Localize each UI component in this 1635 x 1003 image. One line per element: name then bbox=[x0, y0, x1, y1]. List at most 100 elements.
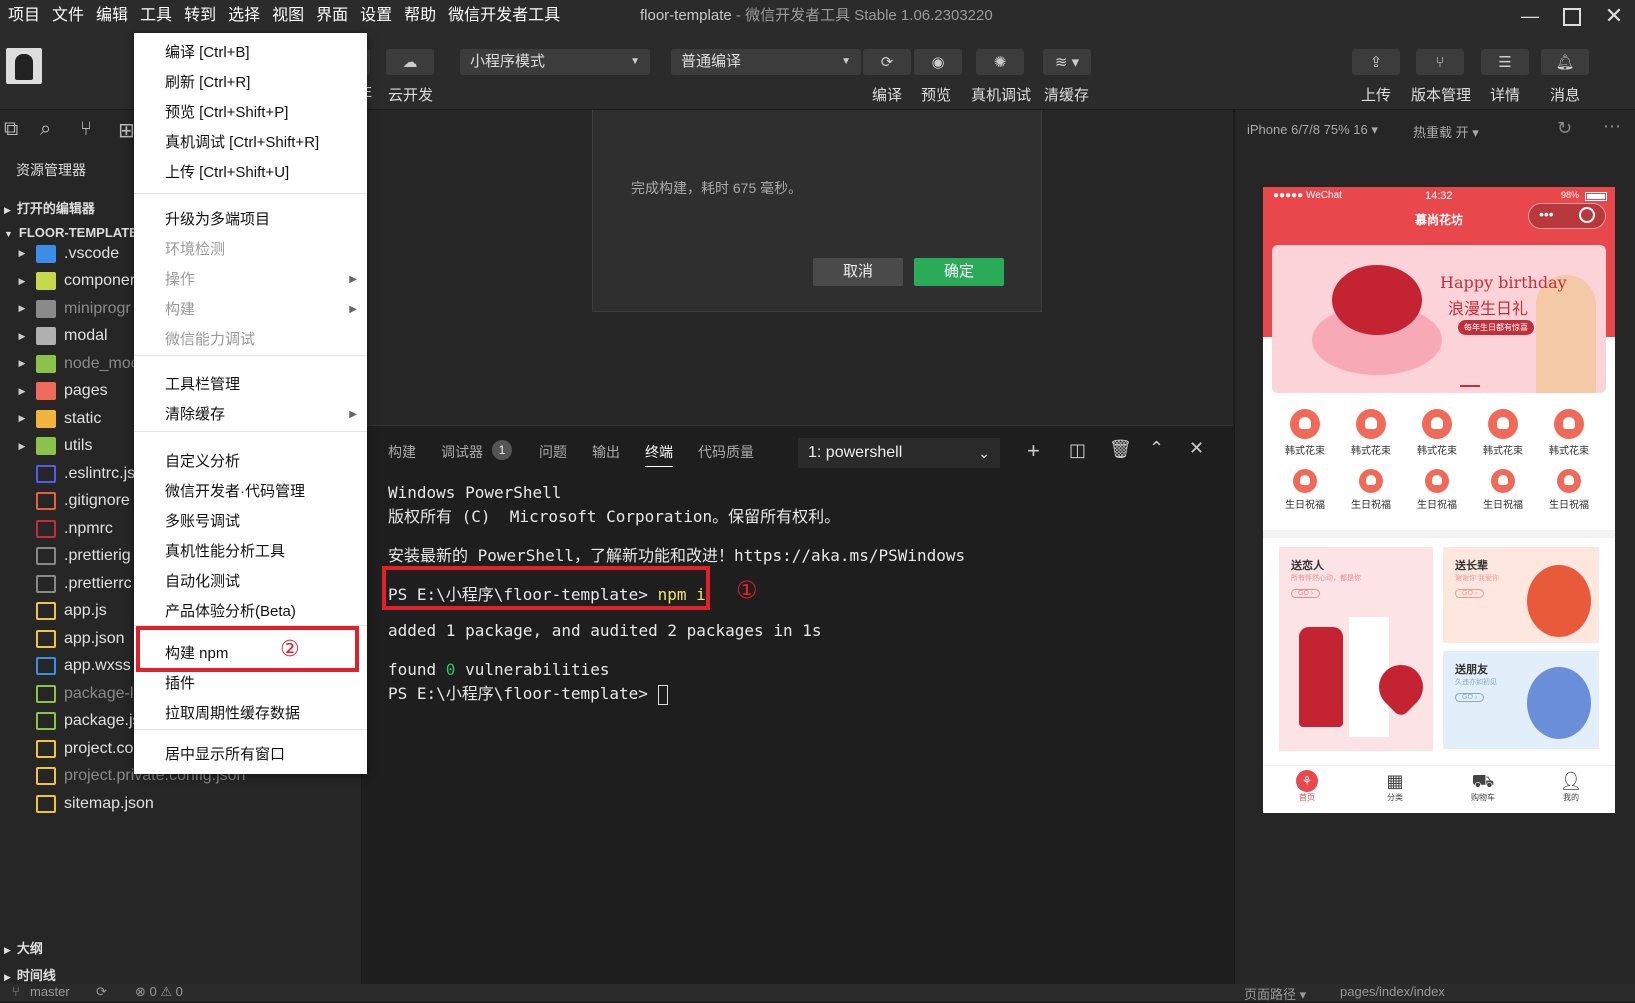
outline-section[interactable]: ▶ 大纲 bbox=[4, 938, 43, 957]
tools-menu-item[interactable]: 插件 bbox=[134, 669, 367, 699]
page-path-select[interactable]: 页面路径 ▾ bbox=[1244, 984, 1306, 1003]
maximize-panel-icon[interactable]: ⌃ bbox=[1149, 438, 1164, 459]
menu-3[interactable]: 工具 bbox=[134, 0, 178, 32]
menu-10[interactable]: 微信开发者工具 bbox=[442, 0, 566, 32]
upload-button[interactable]: ⇪ bbox=[1352, 49, 1400, 75]
file-item[interactable]: sitemap.json bbox=[0, 790, 362, 817]
card-go-button[interactable]: GO › bbox=[1291, 589, 1321, 598]
tools-menu-item[interactable]: 居中显示所有窗口 bbox=[134, 740, 367, 770]
category-item[interactable]: 韩式花束 bbox=[1536, 409, 1602, 457]
messages-button[interactable]: 🔔︎ bbox=[1541, 49, 1589, 75]
menu-7[interactable]: 界面 bbox=[310, 0, 354, 32]
tab-output[interactable]: 输出 bbox=[592, 442, 620, 462]
tab-build[interactable]: 构建 bbox=[388, 442, 416, 462]
close-window-button[interactable]: ✕ bbox=[1594, 0, 1634, 32]
compile-button[interactable]: ⟳ bbox=[863, 49, 911, 75]
dialog-cancel-button[interactable]: 取消 bbox=[813, 258, 903, 286]
menu-0[interactable]: 项目 bbox=[2, 0, 46, 32]
category-item[interactable]: 韩式花束 bbox=[1404, 409, 1470, 457]
refresh-icon[interactable]: ↻ bbox=[1557, 118, 1572, 139]
tab-problems[interactable]: 问题 bbox=[539, 442, 567, 462]
tools-menu-item[interactable]: 编译 [Ctrl+B] bbox=[134, 38, 367, 68]
category-item[interactable]: 韩式花束 bbox=[1338, 409, 1404, 457]
card-elder[interactable]: 送长辈 谢谢你 我爱你 GO › bbox=[1443, 547, 1599, 643]
tabbar-category[interactable]: ▦ 分类 bbox=[1351, 770, 1439, 803]
menu-8[interactable]: 设置 bbox=[354, 0, 398, 32]
tools-menu-item[interactable]: 刷新 [Ctrl+R] bbox=[134, 68, 367, 98]
open-editors-section[interactable]: ▶ 打开的编辑器 bbox=[4, 198, 95, 217]
menu-4[interactable]: 转到 bbox=[178, 0, 222, 32]
category-item[interactable]: 生日祝福 bbox=[1272, 469, 1338, 511]
tab-code-quality[interactable]: 代码质量 bbox=[698, 442, 754, 462]
device-select[interactable]: iPhone 6/7/8 75% 16 ▾ bbox=[1247, 122, 1378, 138]
preview-button[interactable]: ◉ bbox=[914, 49, 962, 75]
files-icon[interactable]: ⧉ bbox=[4, 118, 18, 141]
avatar[interactable] bbox=[6, 48, 42, 84]
more-dots-icon[interactable]: ••• bbox=[1539, 206, 1554, 222]
split-terminal-icon[interactable]: ◫ bbox=[1069, 440, 1086, 461]
close-mini-icon[interactable] bbox=[1579, 207, 1595, 223]
mode-select[interactable]: 小程序模式 ▼ bbox=[460, 49, 650, 75]
tools-menu-item[interactable]: 真机调试 [Ctrl+Shift+R] bbox=[134, 128, 367, 158]
trash-icon[interactable]: 🗑︎ bbox=[1109, 439, 1132, 460]
tools-menu-item[interactable]: 自定义分析 bbox=[134, 447, 367, 477]
remote-debug-button[interactable]: ✺ bbox=[976, 49, 1024, 75]
tools-menu-item[interactable]: 升级为多端项目 bbox=[134, 205, 367, 235]
tools-menu-item[interactable]: 拉取周期性缓存数据 bbox=[134, 699, 367, 729]
compile-mode-select[interactable]: 普通编译 ▼ bbox=[671, 49, 861, 75]
tabbar-home[interactable]: ⚘ 首页 bbox=[1263, 770, 1351, 803]
tabbar-cart[interactable]: ⛟ 购物车 bbox=[1439, 770, 1527, 803]
close-panel-icon[interactable]: ✕ bbox=[1189, 438, 1204, 459]
menu-1[interactable]: 文件 bbox=[46, 0, 90, 32]
details-button[interactable]: ☰ bbox=[1481, 49, 1529, 75]
add-terminal-icon[interactable]: + bbox=[1027, 438, 1040, 464]
tools-menu-item[interactable]: 构建 ▶ bbox=[134, 295, 367, 325]
tab-terminal[interactable]: 终端 bbox=[645, 442, 673, 467]
tools-menu-item[interactable]: 预览 [Ctrl+Shift+P] bbox=[134, 98, 367, 128]
menu-2[interactable]: 编辑 bbox=[90, 0, 134, 32]
capsule-button[interactable]: ••• bbox=[1528, 203, 1606, 229]
card-friend[interactable]: 送朋友 久违亦如初见 GO › bbox=[1443, 651, 1599, 749]
shell-select[interactable]: 1: powershell ⌄ bbox=[798, 438, 1000, 468]
tools-menu-item[interactable]: 工具栏管理 bbox=[134, 370, 367, 400]
minimize-button[interactable]: — bbox=[1510, 0, 1550, 32]
category-item[interactable]: 生日祝福 bbox=[1470, 469, 1536, 511]
category-item[interactable]: 生日祝福 bbox=[1536, 469, 1602, 511]
category-item[interactable]: 生日祝福 bbox=[1404, 469, 1470, 511]
menu-6[interactable]: 视图 bbox=[266, 0, 310, 32]
tools-menu-item[interactable]: 自动化测试 bbox=[134, 567, 367, 597]
category-item[interactable]: 韩式花束 bbox=[1470, 409, 1536, 457]
menu-5[interactable]: 选择 bbox=[222, 0, 266, 32]
tools-menu-item[interactable]: 真机性能分析工具 bbox=[134, 537, 367, 567]
more-icon[interactable]: ⋯ bbox=[1603, 116, 1621, 137]
sync-icon[interactable]: ⟳ bbox=[96, 984, 107, 1000]
dialog-confirm-button[interactable]: 确定 bbox=[914, 258, 1004, 286]
problems-count[interactable]: ⊗ 0 ⚠ 0 bbox=[135, 984, 183, 1000]
tools-menu-item[interactable]: 上传 [Ctrl+Shift+U] bbox=[134, 158, 367, 188]
tools-menu-item[interactable]: 环境检测 bbox=[134, 235, 367, 265]
tabbar-profile[interactable]: 👤︎ 我的 bbox=[1527, 770, 1615, 803]
clear-cache-button[interactable]: ≋ ▾ bbox=[1043, 49, 1091, 75]
tools-menu-item[interactable]: 产品体验分析(Beta) bbox=[134, 597, 367, 627]
category-item[interactable]: 生日祝福 bbox=[1338, 469, 1404, 511]
maximize-button[interactable] bbox=[1552, 0, 1592, 32]
search-icon[interactable]: ⌕ bbox=[40, 118, 51, 141]
category-item[interactable]: 韩式花束 bbox=[1272, 409, 1338, 457]
branch-name[interactable]: master bbox=[30, 984, 70, 999]
project-root-section[interactable]: ▼ FLOOR-TEMPLATE bbox=[4, 225, 138, 240]
card-go-button[interactable]: GO › bbox=[1455, 693, 1485, 702]
version-button[interactable]: ⑂ bbox=[1416, 49, 1464, 75]
extensions-icon[interactable]: ⊞ bbox=[118, 118, 135, 143]
menu-9[interactable]: 帮助 bbox=[398, 0, 442, 32]
banner[interactable]: Happy birthday 浪漫生日礼 每年生日都有惊喜 bbox=[1272, 245, 1606, 393]
tab-debugger[interactable]: 调试器 bbox=[441, 442, 483, 462]
tools-menu-item[interactable]: 微信能力调试 bbox=[134, 325, 367, 355]
tools-menu-item[interactable]: 多账号调试 bbox=[134, 507, 367, 537]
tools-menu-item[interactable]: 微信开发者·代码管理 bbox=[134, 477, 367, 507]
card-go-button[interactable]: GO › bbox=[1455, 589, 1485, 598]
tools-menu-item[interactable]: 清除缓存 ▶ bbox=[134, 400, 367, 430]
timeline-section[interactable]: ▶ 时间线 bbox=[4, 965, 56, 984]
source-control-icon[interactable]: ⑂ bbox=[80, 118, 92, 141]
hot-reload-select[interactable]: 热重载 开 ▾ bbox=[1413, 122, 1479, 141]
card-lover[interactable]: 送恋人 所有怦然心动，都是你 GO › bbox=[1279, 547, 1433, 751]
